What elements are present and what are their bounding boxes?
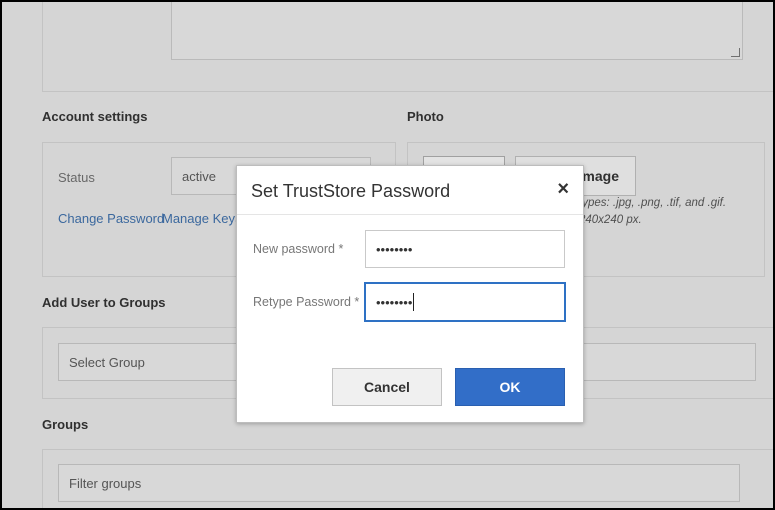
ok-button[interactable]: OK — [455, 368, 565, 406]
page-frame: Account settings Status active Change Pa… — [0, 0, 775, 510]
new-password-field[interactable]: •••••••• — [365, 230, 565, 268]
close-icon[interactable]: × — [557, 178, 569, 201]
set-truststore-password-dialog: Set TrustStore Password × New password *… — [236, 165, 584, 423]
new-password-value: •••••••• — [376, 241, 413, 257]
retype-password-label: Retype Password * — [253, 295, 360, 309]
cancel-button[interactable]: Cancel — [332, 368, 442, 406]
new-password-label: New password * — [253, 242, 344, 256]
text-cursor — [413, 293, 415, 311]
retype-password-value: •••••••• — [376, 294, 413, 310]
dialog-title: Set TrustStore Password — [251, 181, 451, 201]
retype-password-field[interactable]: •••••••• — [365, 283, 565, 321]
dialog-header: Set TrustStore Password × — [237, 166, 583, 215]
